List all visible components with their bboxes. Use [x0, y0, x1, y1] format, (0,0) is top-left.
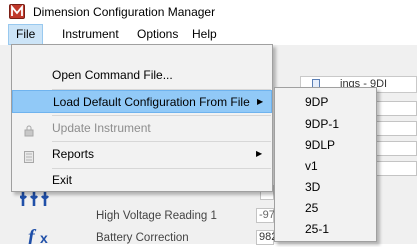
field[interactable]	[375, 121, 417, 136]
app-icon	[9, 4, 25, 19]
window-title: Dimension Configuration Manager	[33, 5, 216, 19]
svg-text:x: x	[40, 230, 48, 244]
submenu-item-9dp[interactable]: 9DP	[275, 92, 376, 113]
field[interactable]	[375, 161, 417, 176]
menu-options[interactable]: Options	[130, 24, 185, 45]
svg-text:f: f	[28, 226, 37, 244]
menu-item-open-command-file[interactable]: Open Command File...	[12, 64, 272, 86]
submenu-item-25-1[interactable]: 25-1	[275, 219, 376, 240]
menu-item-exit[interactable]: Exit	[12, 169, 272, 191]
row-label-high-voltage: High Voltage Reading 1	[96, 210, 217, 222]
menu-file[interactable]: File	[8, 24, 44, 45]
menu-instrument[interactable]: Instrument	[55, 24, 126, 45]
report-icon	[24, 148, 34, 163]
menu-separator	[52, 141, 271, 142]
submenu-item-25[interactable]: 25	[275, 198, 376, 219]
menu-item-reports[interactable]: Reports ▶	[12, 143, 272, 165]
menu-item-load-default-configuration[interactable]: Load Default Configuration From File ▶	[12, 90, 272, 113]
value-battery-correction[interactable]: 982	[256, 230, 277, 245]
lock-icon	[24, 122, 34, 137]
field[interactable]	[375, 141, 417, 156]
menu-item-label: Exit	[52, 173, 73, 187]
menu-item-label: Reports	[52, 147, 95, 161]
submenu-item-9dp-1[interactable]: 9DP-1	[275, 114, 376, 135]
submenu-item-3d[interactable]: 3D	[275, 177, 376, 198]
menu-separator	[52, 115, 271, 116]
menu-item-label: Load Default Configuration From File	[53, 95, 250, 109]
submenu-arrow-icon: ▶	[257, 97, 264, 106]
field[interactable]	[375, 101, 417, 116]
menu-item-label: Open Command File...	[52, 68, 173, 82]
menu-item-update-instrument[interactable]: Update Instrument	[12, 117, 272, 139]
value-high-voltage[interactable]: -97	[256, 208, 275, 223]
function-icon[interactable]: f x	[26, 226, 60, 247]
submenu-item-v1[interactable]: v1	[275, 156, 376, 177]
menu-help[interactable]: Help	[185, 24, 224, 45]
menu-item-label: Update Instrument	[52, 121, 151, 135]
submenu-item-9dlp[interactable]: 9DLP	[275, 135, 376, 156]
submenu-arrow-icon: ▶	[256, 149, 263, 158]
row-label-battery-correction: Battery Correction	[96, 232, 189, 244]
